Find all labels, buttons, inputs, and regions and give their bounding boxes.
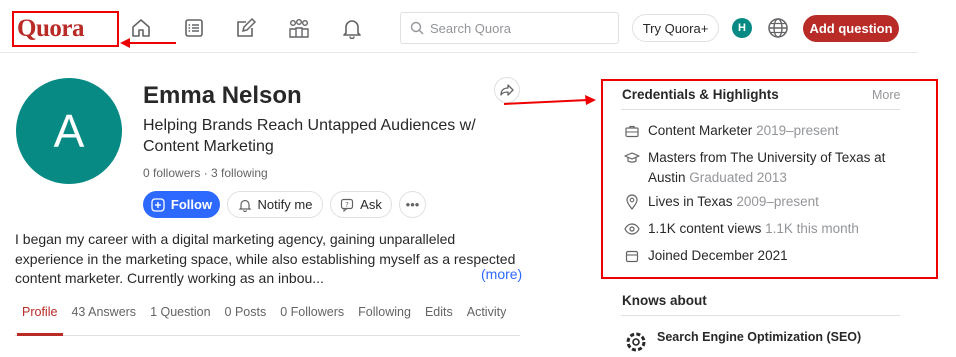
ask-label: Ask <box>360 197 382 212</box>
briefcase-icon <box>624 121 640 141</box>
try-quora-plus-button[interactable]: Try Quora+ <box>632 14 719 42</box>
profile-bio: I began my career with a digital marketi… <box>15 231 516 286</box>
bio-more-link[interactable]: (more) <box>481 266 522 282</box>
follow-icon <box>151 197 165 212</box>
user-avatar[interactable]: H <box>732 18 752 38</box>
credential-text: Content Marketer <box>648 123 753 138</box>
logo-text: Quora <box>17 15 84 42</box>
home-icon[interactable] <box>126 14 156 42</box>
ask-button[interactable]: ? Ask <box>330 191 392 218</box>
profile-tabs: Profile 43 Answers 1 Question 0 Posts 0 … <box>22 305 506 319</box>
tab-activity[interactable]: Activity <box>467 305 507 319</box>
credential-subtext: 2009–present <box>736 194 819 209</box>
tab-profile[interactable]: Profile <box>22 305 57 319</box>
more-options-button[interactable]: ••• <box>399 191 426 218</box>
tab-posts[interactable]: 0 Posts <box>225 305 267 319</box>
calendar-icon <box>624 246 640 266</box>
eye-icon <box>624 219 640 239</box>
ask-icon: ? <box>341 198 354 212</box>
location-icon <box>624 192 640 212</box>
tab-questions[interactable]: 1 Question <box>150 305 210 319</box>
profile-avatar[interactable]: A <box>16 78 122 184</box>
search-placeholder: Search Quora <box>430 20 511 36</box>
credential-item: Lives in Texas 2009–present <box>624 192 902 212</box>
notifications-icon[interactable] <box>337 14 367 42</box>
add-question-button[interactable]: Add question <box>803 15 899 42</box>
credential-item: Joined December 2021 <box>624 246 902 266</box>
knows-about-divider <box>621 315 900 316</box>
follow-label: Follow <box>170 197 213 212</box>
tab-answers[interactable]: 43 Answers <box>71 305 136 319</box>
tabs-divider <box>15 335 520 336</box>
bell-icon <box>238 199 251 212</box>
credentials-title: Credentials & Highlights <box>622 87 779 102</box>
write-icon[interactable] <box>231 14 261 42</box>
search-input[interactable]: Search Quora <box>400 12 619 44</box>
credential-subtext: 2019–present <box>756 123 839 138</box>
tab-edits[interactable]: Edits <box>425 305 453 319</box>
follow-button[interactable]: Follow <box>143 191 220 218</box>
credential-subtext: 1.1K this month <box>765 221 859 236</box>
credential-item: Content Marketer 2019–present <box>624 121 902 141</box>
notify-label: Notify me <box>257 197 313 212</box>
credential-item: 1.1K content views 1.1K this month <box>624 219 902 239</box>
gear-icon <box>624 328 648 352</box>
spaces-icon[interactable] <box>284 14 314 42</box>
graduation-cap-icon <box>624 148 640 168</box>
credential-text: Joined December 2021 <box>648 248 788 263</box>
notify-me-button[interactable]: Notify me <box>227 191 323 218</box>
header-divider <box>0 52 918 53</box>
active-tab-underline <box>17 333 63 336</box>
search-icon <box>410 21 424 35</box>
knows-about-title: Knows about <box>622 293 707 308</box>
followers-count[interactable]: 0 followers · 3 following <box>143 166 268 180</box>
annotation-arrow-credentials <box>503 95 596 105</box>
credential-text: 1.1K content views <box>648 221 762 236</box>
svg-text:?: ? <box>345 200 349 208</box>
credential-item: Masters from The University of Texas at … <box>624 148 902 188</box>
globe-icon[interactable] <box>766 16 790 40</box>
profile-tagline: Helping Brands Reach Untapped Audiences … <box>143 117 476 155</box>
credential-text: Lives in Texas <box>648 194 733 209</box>
credentials-more-link[interactable]: More <box>872 88 900 102</box>
quora-logo[interactable]: Quora <box>12 11 119 47</box>
profile-name: Emma Nelson <box>143 82 302 109</box>
answer-list-icon[interactable] <box>179 14 209 42</box>
tab-following[interactable]: Following <box>358 305 411 319</box>
credential-subtext: Graduated 2013 <box>689 170 787 185</box>
credentials-divider <box>621 109 900 110</box>
topic-link[interactable]: Search Engine Optimization (SEO) <box>657 330 861 344</box>
tab-followers[interactable]: 0 Followers <box>280 305 344 319</box>
